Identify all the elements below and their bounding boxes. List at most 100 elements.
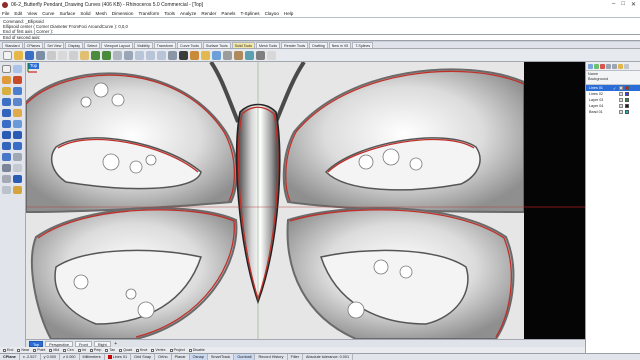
menu-help[interactable]: Help [284, 11, 293, 16]
extrude-icon[interactable] [13, 120, 22, 128]
viewport-top[interactable]: Top [26, 62, 524, 339]
move-up-icon[interactable] [606, 63, 611, 69]
osnap-disable[interactable]: Disable [188, 348, 205, 352]
tab-perspective[interactable]: Perspective [45, 340, 73, 347]
planar-toggle[interactable]: Planar [172, 354, 190, 360]
render-icon[interactable] [223, 50, 232, 60]
tab-display[interactable]: Display [65, 42, 84, 48]
close-button[interactable]: ✕ [631, 1, 636, 8]
layer-options-icon[interactable] [624, 63, 629, 69]
osnap-perp[interactable]: Perp [89, 348, 101, 352]
layers-icon[interactable] [190, 50, 199, 60]
parent-layer[interactable]: Background [588, 77, 638, 82]
materials-icon[interactable] [234, 50, 243, 60]
fillet-curve-icon[interactable] [13, 109, 22, 117]
torus-icon[interactable] [2, 153, 11, 161]
layer-row[interactable]: Bead 01 [586, 109, 640, 115]
menu-tools[interactable]: Tools [164, 11, 175, 16]
circle-icon[interactable] [2, 87, 11, 95]
tab-transform[interactable]: Transform [153, 42, 176, 48]
gumball-toggle[interactable]: Gumball [234, 354, 256, 360]
four-views-icon[interactable] [179, 50, 188, 60]
lightbulb-icon[interactable] [619, 104, 623, 108]
filter-toggle[interactable]: Filter [288, 354, 304, 360]
osnap-vertex[interactable]: Vertex [151, 348, 166, 352]
layer-color-swatch[interactable] [625, 92, 629, 96]
tab-right[interactable]: Right [93, 340, 111, 347]
zoom-extents-icon[interactable] [157, 50, 166, 60]
tab-top[interactable]: Top [29, 340, 44, 347]
box-icon[interactable] [2, 131, 11, 139]
rectangle-icon[interactable] [13, 98, 22, 106]
tab-visibility[interactable]: Visibility [133, 42, 153, 48]
help-icon[interactable] [267, 50, 276, 60]
cut-icon[interactable] [58, 50, 67, 60]
menu-edit[interactable]: Edit [14, 11, 22, 16]
osnap-icon[interactable] [212, 50, 221, 60]
tab-select[interactable]: Select [84, 42, 101, 48]
boolean-union-icon[interactable] [2, 164, 11, 172]
menu-view[interactable]: View [27, 11, 37, 16]
secondary-viewport[interactable] [524, 62, 585, 339]
polygon-icon[interactable] [2, 109, 11, 117]
menu-tsplines[interactable]: T-Splines [240, 11, 259, 16]
menu-curve[interactable]: Curve [42, 11, 54, 16]
units-label[interactable]: Millimeters [80, 354, 105, 360]
tab-curve-tools[interactable]: Curve Tools [177, 42, 202, 48]
point-icon[interactable] [13, 65, 22, 73]
array-icon[interactable] [2, 175, 11, 183]
menu-mesh[interactable]: Mesh [96, 11, 107, 16]
tab-new-in-v5[interactable]: New in V5 [328, 42, 352, 48]
undo-icon[interactable] [91, 50, 100, 60]
osnap-int[interactable]: Int [77, 348, 86, 352]
tab-surface-tools[interactable]: Surface Tools [202, 42, 231, 48]
new-file-icon[interactable] [3, 50, 12, 60]
command-line[interactable]: End of second axis: [0, 34, 640, 41]
current-layer[interactable]: Lines 01 [105, 354, 132, 360]
tab-set-view[interactable]: Set View [44, 42, 65, 48]
tab-drafting[interactable]: Drafting [309, 42, 328, 48]
pan-icon[interactable] [113, 50, 122, 60]
delete-layer-icon[interactable] [600, 63, 605, 69]
filter-icon[interactable] [618, 63, 623, 69]
command-input[interactable] [43, 35, 637, 40]
curve-icon[interactable] [13, 76, 22, 84]
new-sublayer-icon[interactable] [594, 63, 599, 69]
lights-icon[interactable] [245, 50, 254, 60]
layer-color-swatch[interactable] [625, 98, 629, 102]
rotate-view-icon[interactable] [124, 50, 133, 60]
tab-standard[interactable]: Standard [2, 42, 23, 48]
minimize-button[interactable]: – [612, 1, 615, 8]
surface-corner-icon[interactable] [2, 120, 11, 128]
sphere-icon[interactable] [13, 131, 22, 139]
add-viewport-tab-button[interactable]: + [113, 341, 119, 347]
polyline-icon[interactable] [2, 76, 11, 84]
cplane-label[interactable]: CPlane [0, 354, 20, 360]
copy-icon[interactable] [69, 50, 78, 60]
select-arrow-icon[interactable] [2, 65, 11, 73]
menu-render[interactable]: Render [201, 11, 216, 16]
paste-icon[interactable] [80, 50, 89, 60]
move-icon[interactable] [13, 164, 22, 172]
new-layer-icon[interactable] [588, 63, 593, 69]
options-icon[interactable] [256, 50, 265, 60]
tab-cplanes[interactable]: CPlanes [23, 42, 44, 48]
cone-icon[interactable] [13, 142, 22, 150]
cylinder-icon[interactable] [2, 142, 11, 150]
redo-icon[interactable] [102, 50, 111, 60]
maximize-button[interactable]: □ [621, 1, 625, 8]
zoom-window-icon[interactable] [146, 50, 155, 60]
dimension-icon[interactable] [13, 175, 22, 183]
osnap-toggle[interactable]: Osnap [189, 354, 208, 360]
save-icon[interactable] [25, 50, 34, 60]
menu-panels[interactable]: Panels [221, 11, 235, 16]
ellipse-icon[interactable] [2, 98, 11, 106]
osnap-mid[interactable]: Mid [49, 348, 59, 352]
layer-color-swatch[interactable] [625, 110, 629, 114]
lightbulb-icon[interactable] [619, 92, 623, 96]
group-icon[interactable] [13, 186, 22, 194]
osnap-tan[interactable]: Tan [105, 348, 115, 352]
import-icon[interactable] [47, 50, 56, 60]
layer-color-swatch[interactable] [625, 86, 629, 90]
tab-render-tools[interactable]: Render Tools [281, 42, 309, 48]
